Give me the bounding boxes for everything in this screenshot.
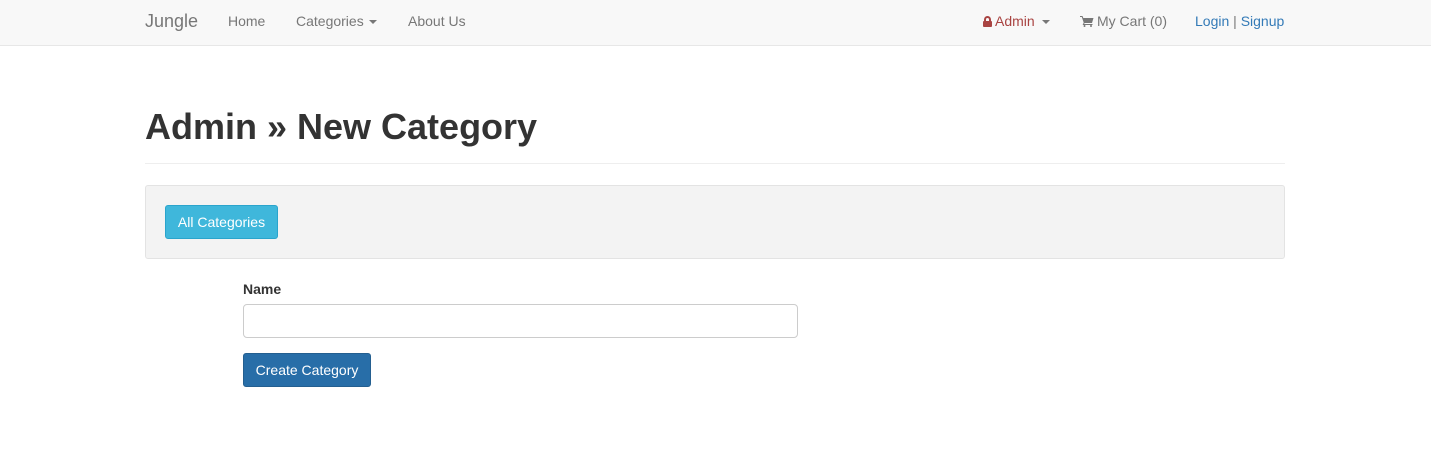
signup-link[interactable]: Signup xyxy=(1241,13,1285,29)
nav-admin-dropdown[interactable]: Admin xyxy=(983,13,1050,29)
nav-home-link[interactable]: Home xyxy=(228,13,265,29)
top-navbar: Jungle Home Categories About Us Admin My… xyxy=(0,0,1431,46)
lock-icon xyxy=(983,16,992,27)
name-label: Name xyxy=(243,281,282,297)
nav-categories-dropdown[interactable]: Categories xyxy=(296,13,377,29)
login-link[interactable]: Login xyxy=(1195,13,1229,29)
all-categories-button[interactable]: All Categories xyxy=(165,205,278,239)
nav-categories-label: Categories xyxy=(296,13,364,29)
brand-link[interactable]: Jungle xyxy=(145,11,198,32)
create-category-button[interactable]: Create Category xyxy=(243,353,371,387)
nav-about-link[interactable]: About Us xyxy=(408,13,466,29)
auth-separator: | xyxy=(1233,13,1237,29)
nav-cart-label: My Cart (0) xyxy=(1097,13,1167,29)
title-divider xyxy=(145,163,1285,164)
shopping-cart-icon xyxy=(1080,16,1094,27)
page-title: Admin » New Category xyxy=(145,106,538,147)
name-input[interactable] xyxy=(243,304,798,338)
caret-down-icon xyxy=(368,20,377,25)
caret-down-icon xyxy=(1041,20,1050,25)
nav-cart-link[interactable]: My Cart (0) xyxy=(1080,13,1167,29)
nav-admin-label: Admin xyxy=(995,13,1035,29)
toolbar-well: All Categories xyxy=(145,185,1285,259)
auth-links: Login | Signup xyxy=(1195,13,1284,29)
